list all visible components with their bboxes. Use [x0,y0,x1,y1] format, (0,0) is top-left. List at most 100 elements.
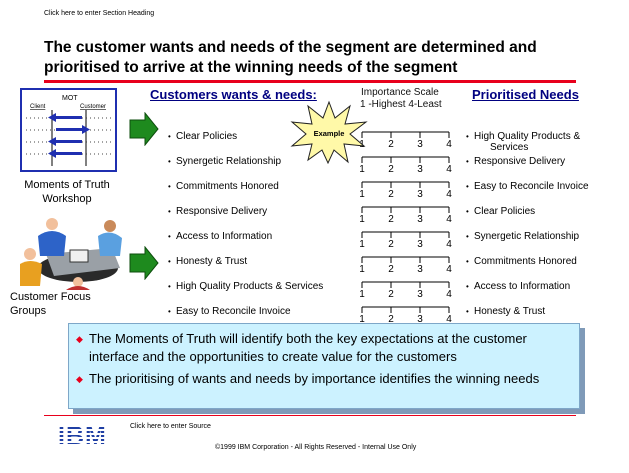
wants-item: • Honesty & Trust [168,256,247,268]
prioritised-item-label: Access to Information [474,281,571,292]
callout-item-2: ◆ The prioritising of wants and needs by… [76,370,569,388]
scale-tick-label: 2 [388,139,394,150]
mot-label: MOT [62,95,78,102]
prioritised-item: • Synergetic Relationship [466,231,579,243]
prioritised-item-continuation: Services [490,142,529,153]
scale-row: 1234 [359,131,452,150]
wants-item: • Synergetic Relationship [168,156,281,168]
mot-client-label: Client [30,104,46,110]
scale-row: 1234 [359,181,452,200]
wants-item: • Access to Information [168,231,272,243]
prioritised-item-label: Synergetic Relationship [474,231,580,242]
mot-diagram: MOT Client Customer [20,88,117,172]
bullet-icon: • [168,232,171,241]
red-bullet-icon: ◆ [76,334,83,344]
scale-tick-label: 4 [446,289,452,300]
focus-caption-line-2: Groups [10,305,47,317]
bullet-icon: • [466,282,469,291]
scale-tick-label: 3 [417,214,423,225]
wants-item-label: High Quality Products & Services [176,281,324,292]
example-label: Example [314,129,345,138]
prioritised-item: • Easy to Reconcile Invoice [466,181,589,193]
scale-tick-label: 4 [446,239,452,250]
mot-diagram-graphic: MOT Client Customer [26,95,112,166]
focus-caption: Customer Focus Groups [10,290,91,318]
wants-item: • Easy to Reconcile Invoice [168,306,291,318]
scale-tick-label: 3 [417,239,423,250]
importance-scale: 12341234123412341234123412341234 [359,131,452,324]
callout-item-1-text: The Moments of Truth will identify both … [89,331,527,364]
wants-item-label: Commitments Honored [176,181,279,192]
green-arrow-icon [129,246,159,280]
scale-tick-label: 2 [388,164,394,175]
scale-tick-label: 2 [388,189,394,200]
source-text[interactable]: Click here to enter Source [130,423,211,430]
prioritised-item-label: High Quality Products & [474,131,581,142]
prioritised-item-label: Commitments Honored [474,256,577,267]
bullet-icon: • [466,307,469,316]
mot-arrows [48,113,90,158]
bullet-icon: • [168,132,171,141]
wants-item-label: Synergetic Relationship [176,156,282,167]
bullet-icon: • [168,182,171,191]
prioritised-item: • Clear Policies [466,206,535,218]
focus-caption-line-1: Customer Focus [10,291,91,303]
scale-tick-label: 1 [359,164,365,175]
prioritised-title: Prioritised Needs [472,87,579,102]
prioritised-item: • Honesty & Trust [466,306,545,318]
title-line-1: The customer wants and needs of the segm… [44,39,537,56]
wants-item: • High Quality Products & Services [168,281,323,293]
scale-tick-label: 4 [446,164,452,175]
focus-group-image [20,218,122,290]
bullet-icon: • [466,182,469,191]
scale-row: 1 2 3 4 [359,256,452,275]
scale-tick-label: 1 [359,264,365,275]
bullet-icon: • [466,132,469,141]
scale-tick-label: 3 [417,189,423,200]
scale-tick-label: 1 [359,289,365,300]
prioritised-item: • Commitments Honored [466,256,577,268]
section-heading[interactable]: Click here to enter Section Heading [44,10,154,17]
bullet-icon: • [168,207,171,216]
scale-tick-label: 3 [417,289,423,300]
wants-item-label: Honesty & Trust [176,256,248,267]
copyright-text: ©1999 IBM Corporation - All Rights Reser… [215,444,417,451]
scale-tick-label: 3 [417,264,423,275]
scale-tick-label: 4 [446,139,452,150]
bullet-icon: • [168,282,171,291]
bullet-icon: • [168,257,171,266]
prioritised-item-label: Honesty & Trust [474,306,546,317]
scale-heading: Importance Scale 1 -Highest 4-Least [360,87,442,111]
wants-item: • Responsive Delivery [168,206,267,218]
prioritised-item-label: Clear Policies [474,206,536,217]
red-bullet-icon: ◆ [76,374,83,384]
example-starburst: Example [290,100,368,164]
bullet-icon: • [466,157,469,166]
wants-item-label: Clear Policies [176,131,238,142]
mot-customer-label: Customer [80,104,106,110]
wants-item-label: Easy to Reconcile Invoice [176,306,291,317]
mot-caption-line-1: Moments of Truth [24,179,110,191]
scale-tick-label: 1 [359,239,365,250]
ibm-logo: IBM [58,422,107,450]
prioritised-item-label: Responsive Delivery [474,156,566,167]
scale-row: 1234 [359,231,452,250]
scale-row: 1234 [359,281,452,300]
scale-heading-line-1: Importance Scale [361,87,439,98]
mot-dotted-lines [26,117,112,155]
mot-caption: Moments of Truth Workshop [8,178,126,206]
green-arrow-icon [129,112,159,146]
bullet-icon: • [168,307,171,316]
scale-tick-label: 2 [388,264,394,275]
scale-tick-label: 4 [446,214,452,225]
scale-row: 1234 [359,206,452,225]
scale-tick-label: 4 [446,264,452,275]
mot-caption-line-2: Workshop [42,193,92,205]
prioritised-item-label: Easy to Reconcile Invoice [474,181,589,192]
bullet-icon: • [466,207,469,216]
scale-row: 1234 [359,306,452,324]
callout-item-2-text: The prioritising of wants and needs by i… [89,371,540,386]
wants-item: • Clear Policies [168,131,237,143]
summary-callout: ◆ The Moments of Truth will identify bot… [68,323,580,409]
scale-tick-label: 1 [359,214,365,225]
